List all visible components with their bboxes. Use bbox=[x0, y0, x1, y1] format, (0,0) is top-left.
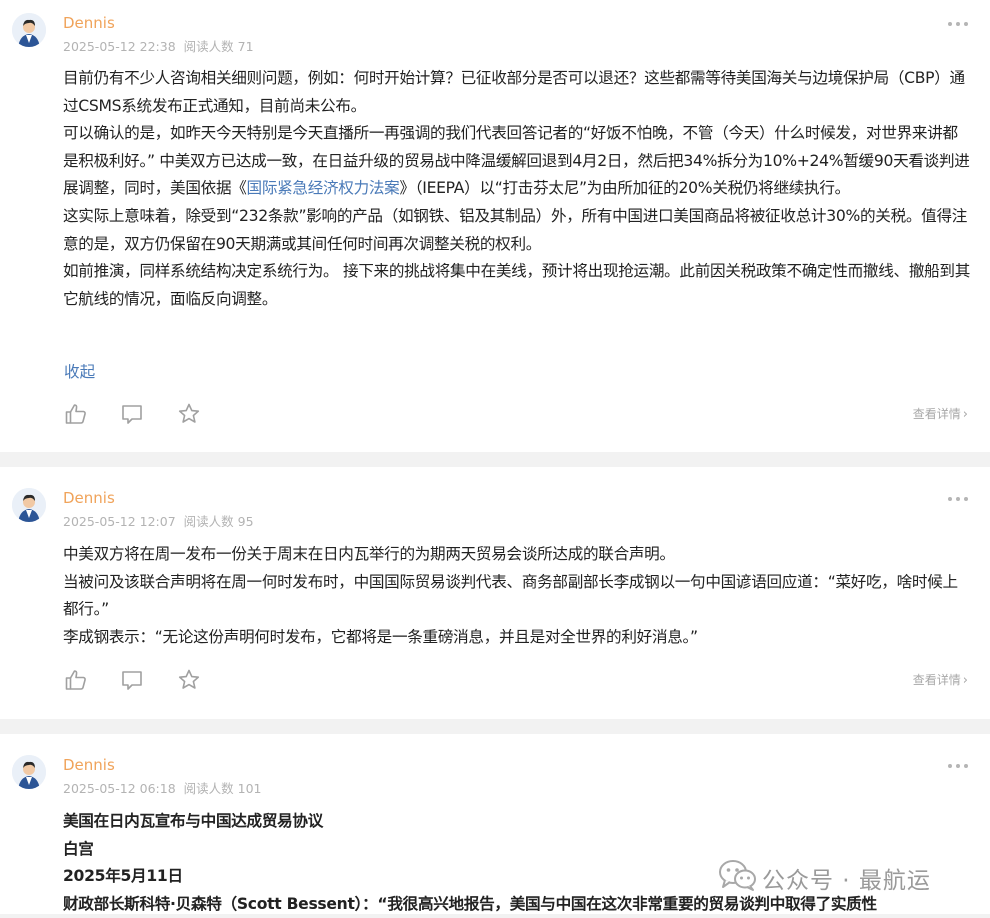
chevron-right-icon: › bbox=[962, 673, 968, 688]
view-details-link[interactable]: 查看详情 › bbox=[913, 405, 968, 422]
more-options-icon[interactable] bbox=[948, 20, 968, 28]
paragraph: 目前仍有不少人咨询相关细则问题，例如：何时开始计算？已征收部分是否可以退还？这些… bbox=[63, 69, 965, 115]
comment-icon[interactable] bbox=[120, 402, 144, 426]
view-count: 阅读人数 101 bbox=[183, 781, 262, 796]
avatar[interactable] bbox=[12, 488, 46, 522]
avatar[interactable] bbox=[12, 13, 46, 47]
view-details-label: 查看详情 bbox=[912, 407, 961, 421]
collapse-link[interactable]: 收起 bbox=[64, 360, 95, 382]
headline: 美国在日内瓦宣布与中国达成贸易协议 bbox=[63, 812, 323, 830]
post-date: 2025-05-12 22:38 bbox=[63, 39, 176, 54]
paragraph-text: 《 bbox=[231, 179, 247, 198]
more-options-icon[interactable] bbox=[948, 495, 968, 503]
post-date: 2025-05-12 12:07 bbox=[63, 514, 176, 529]
author-name[interactable]: Dennis bbox=[63, 756, 115, 774]
chevron-right-icon: › bbox=[962, 407, 968, 422]
paragraph: 中美双方将在周一发布一份关于周末在日内瓦举行的为期两天贸易会谈所达成的联合声明。 bbox=[63, 545, 675, 563]
favorite-star-icon[interactable] bbox=[177, 402, 201, 426]
post-meta: 2025-05-12 22:38 阅读人数 71 bbox=[63, 36, 254, 55]
view-count: 阅读人数 71 bbox=[183, 39, 254, 54]
paragraph: 当被问及该联合声明将在周一何时发布时，中国国际贸易谈判代表、商务部副部长李成钢以… bbox=[63, 572, 958, 619]
comment-icon[interactable] bbox=[120, 668, 144, 692]
paragraph: 李成钢表示：“无论这份声明何时发布，它都将是一条重磅消息，并且是对全世界的利好消… bbox=[63, 627, 698, 646]
law-link[interactable]: 国际紧急经济权力法案 bbox=[247, 179, 400, 197]
post-date: 2025-05-12 06:18 bbox=[63, 781, 176, 796]
paragraph: 可以确认的是，如昨天今天特别是今天直播所一再强调的我们代表回答记者的“好饭不怕晚… bbox=[63, 120, 973, 203]
post-card: Dennis 2025-05-12 12:07 阅读人数 95 中美双方将在周一发… bbox=[0, 467, 990, 719]
more-options-icon[interactable] bbox=[948, 762, 968, 770]
post-meta: 2025-05-12 12:07 阅读人数 95 bbox=[63, 511, 254, 530]
view-details-label: 查看详情 bbox=[912, 673, 961, 687]
post-body: 目前仍有不少人咨询相关细则问题，例如：何时开始计算？已征收部分是否可以退还？这些… bbox=[63, 65, 973, 313]
favorite-star-icon[interactable] bbox=[177, 668, 201, 692]
post-meta: 2025-05-12 06:18 阅读人数 101 bbox=[63, 778, 261, 797]
author-name[interactable]: Dennis bbox=[63, 489, 115, 507]
like-icon[interactable] bbox=[64, 668, 88, 692]
author-name[interactable]: Dennis bbox=[63, 14, 115, 32]
post-body: 中美双方将在周一发布一份关于周末在日内瓦举行的为期两天贸易会谈所达成的联合声明。… bbox=[63, 541, 973, 651]
wechat-logo-icon bbox=[719, 860, 756, 891]
view-details-link[interactable]: 查看详情 › bbox=[913, 671, 968, 688]
watermark-text: 公众号 · 最航运 bbox=[762, 868, 931, 894]
view-count: 阅读人数 95 bbox=[183, 514, 254, 529]
post-card: Dennis 2025-05-12 22:38 阅读人数 71 目前仍有不少人咨询… bbox=[0, 0, 990, 452]
avatar[interactable] bbox=[12, 755, 46, 789]
wechat-watermark: 公众号 · 最航运 bbox=[718, 858, 968, 894]
paragraph-text: 》（IEEPA）以“打击芬太尼”为由所加征的20%关税仍将继续执行。 bbox=[399, 179, 850, 198]
like-icon[interactable] bbox=[64, 402, 88, 426]
paragraph: 如前推演，同样系统结构决定系统行为。 接下来的挑战将集中在美线，预计将出现抢运潮… bbox=[63, 262, 970, 308]
paragraph: 这实际上意味着，除受到“232条款”影响的产品（如钢铁、铝及其制品）外，所有中国… bbox=[63, 206, 968, 253]
